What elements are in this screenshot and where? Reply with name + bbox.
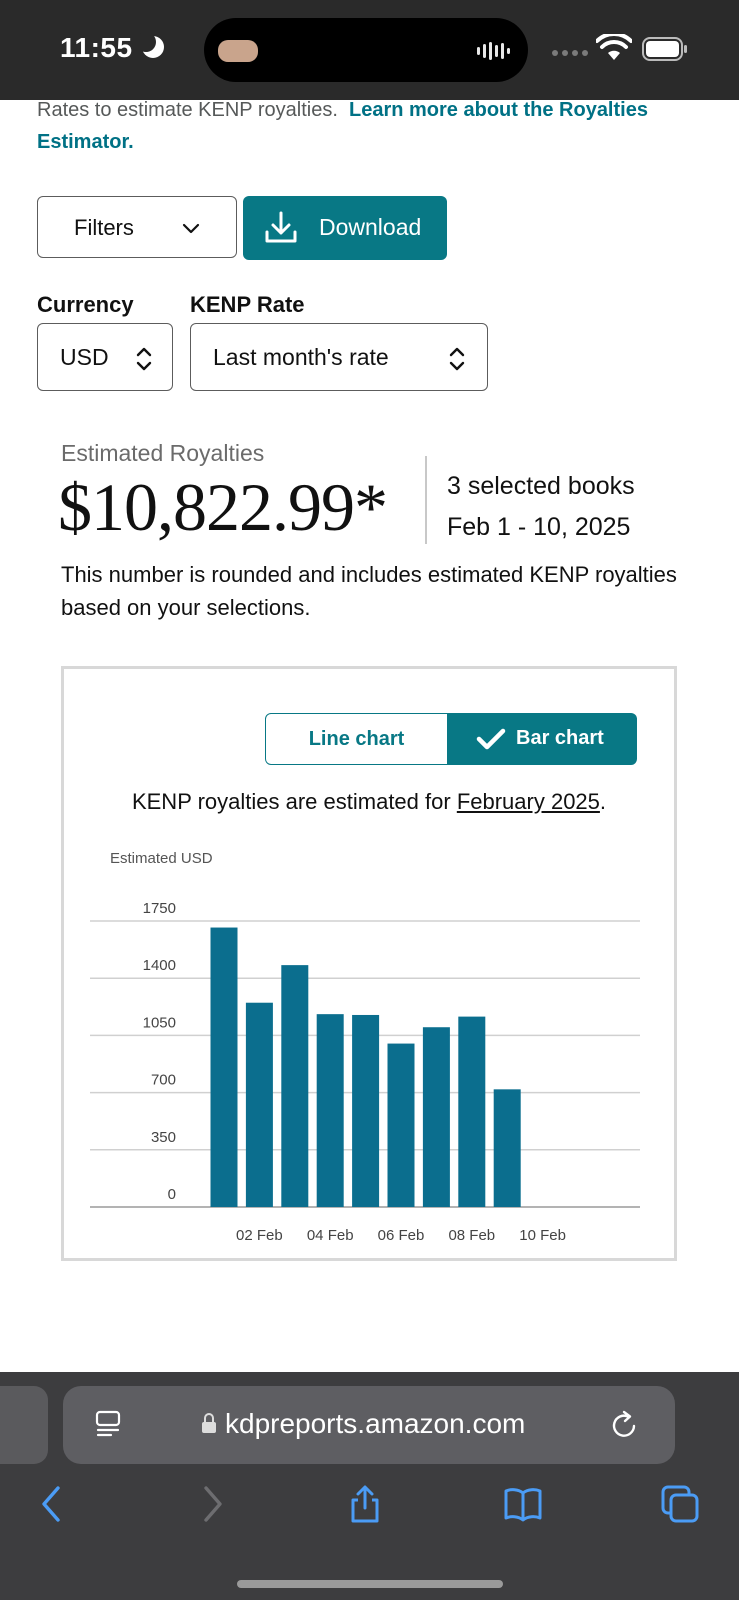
status-bar: 11:55 [0, 0, 739, 100]
reader-mode-icon[interactable] [95, 1410, 121, 1440]
intro-paragraph: Rates to estimate KENP royalties. Learn … [37, 94, 717, 158]
forward-icon[interactable] [192, 1484, 232, 1524]
bar[interactable] [387, 1043, 415, 1207]
kenp-rate-label: KENP Rate [190, 292, 305, 317]
bar[interactable] [422, 1027, 450, 1207]
download-icon [265, 211, 297, 243]
share-icon[interactable] [345, 1484, 385, 1524]
x-tick-label: 10 Feb [519, 1227, 566, 1244]
currency-value: USD [60, 344, 109, 370]
x-tick-label: 02 Feb [236, 1227, 283, 1244]
x-tick-label: 04 Feb [307, 1227, 354, 1244]
browser-toolbar: kdpreports.amazon.com [0, 1372, 739, 1600]
estimated-royalties-label: Estimated Royalties [61, 440, 265, 466]
updown-chevron-icon [449, 347, 465, 371]
lock-icon [202, 1413, 216, 1433]
wifi-icon [596, 34, 632, 60]
y-tick-label: 700 [151, 1072, 176, 1089]
bar[interactable] [281, 965, 309, 1207]
bars [210, 927, 521, 1207]
bar[interactable] [316, 1014, 344, 1207]
tabs-icon[interactable] [660, 1484, 700, 1524]
currency-select[interactable]: USD [37, 323, 173, 391]
filters-label: Filters [74, 215, 134, 240]
y-axis-title: Estimated USD [110, 850, 213, 867]
date-range: Feb 1 - 10, 2025 [447, 513, 631, 541]
bar[interactable] [458, 1016, 486, 1207]
moon-icon [136, 32, 164, 58]
bookmarks-icon[interactable] [503, 1484, 543, 1524]
cellular-signal-icon [552, 50, 588, 56]
back-icon[interactable] [32, 1484, 72, 1524]
media-thumbnail-icon [218, 40, 258, 62]
x-tick-label: 06 Feb [378, 1227, 425, 1244]
divider [425, 456, 427, 544]
x-tick-label: 08 Feb [448, 1227, 495, 1244]
y-tick-label: 1400 [143, 957, 176, 974]
filters-button[interactable]: Filters [37, 196, 237, 258]
bar[interactable] [352, 1014, 380, 1207]
reload-icon[interactable] [611, 1410, 639, 1440]
y-tick-label: 1750 [143, 900, 176, 917]
chevron-down-icon [182, 223, 200, 234]
y-tick-label: 0 [168, 1186, 176, 1203]
y-tick-label: 1050 [143, 1014, 176, 1031]
audio-wave-icon [477, 42, 510, 60]
bar[interactable] [245, 1002, 273, 1207]
home-indicator [237, 1580, 503, 1588]
url-text: kdpreports.amazon.com [225, 1408, 526, 1439]
chart-card: Line chart Bar chart KENP royalties are … [61, 666, 677, 1261]
updown-chevron-icon [136, 347, 152, 371]
currency-label: Currency [37, 292, 134, 317]
selected-books-count: 3 selected books [447, 472, 635, 500]
download-button[interactable]: Download [243, 196, 447, 260]
kenp-rate-select[interactable]: Last month's rate [190, 323, 488, 391]
royalties-bar-chart: Estimated USD 0 350 700 1050 1400 1750 02 Feb… [90, 850, 640, 1244]
previous-tab-preview[interactable] [0, 1386, 48, 1464]
kenp-rate-value: Last month's rate [213, 344, 389, 370]
estimated-royalties-amount: $10,822.99* [58, 469, 388, 545]
y-tick-label: 350 [151, 1129, 176, 1146]
estimate-note: This number is rounded and includes esti… [61, 562, 677, 620]
bar[interactable] [210, 927, 238, 1207]
dynamic-island[interactable] [204, 18, 528, 82]
download-label: Download [319, 214, 422, 240]
status-time: 11:55 [60, 32, 133, 63]
bar[interactable] [493, 1089, 521, 1207]
address-bar[interactable]: kdpreports.amazon.com [63, 1386, 675, 1464]
battery-icon [642, 37, 687, 61]
x-axis-labels: 02 Feb 04 Feb 06 Feb 08 Feb 10 Feb [236, 1227, 566, 1244]
intro-text: Rates to estimate KENP royalties. [37, 99, 338, 121]
